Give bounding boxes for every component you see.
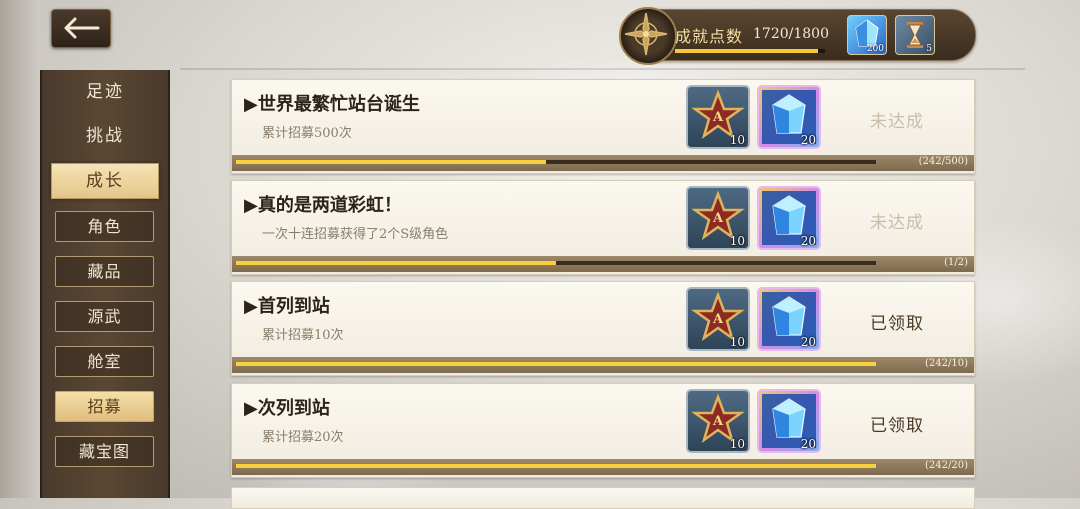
svg-text:A: A [712, 110, 724, 125]
reward-crystal[interactable]: 20 [757, 287, 821, 351]
achievement-progress-track: (1/2) [232, 256, 974, 272]
subcategory-treasure-map[interactable]: 藏宝图 [55, 436, 154, 467]
achievement-progress-text: (242/20) [925, 460, 968, 471]
achievement-title: ▶真的是两道彩虹！ [244, 195, 402, 216]
achievement-status[interactable]: 已领取 [832, 309, 962, 334]
reward-quantity: 10 [729, 133, 745, 147]
achievement-card[interactable]: ▶世界最繁忙站台诞生 累计招募500次 A 10 20 未达成 (242/500… [231, 79, 975, 174]
reward-quantity: 20 [800, 234, 816, 248]
achievement-status[interactable]: 未达成 [832, 208, 962, 233]
header-divider [180, 68, 1025, 70]
reward-crystal[interactable]: 20 [757, 389, 821, 453]
reward-quantity: 10 [729, 234, 745, 248]
reward-quantity: 20 [800, 437, 816, 451]
points-progress-bar [675, 49, 825, 53]
achievement-progress-text: (242/500) [918, 156, 968, 167]
achievement-description: 累计招募10次 [262, 328, 344, 343]
category-growth[interactable]: 成长 [51, 163, 159, 199]
resource-crystal[interactable]: 200 [847, 15, 887, 55]
back-button[interactable] [51, 9, 111, 48]
category-challenge[interactable]: 挑战 [42, 119, 168, 153]
achievement-card[interactable]: ▶次列到站 累计招募20次 A 10 20 已领取 (242/20) [231, 383, 975, 478]
reward-quantity: 10 [729, 437, 745, 451]
resource-hourglass-count: 5 [926, 44, 932, 54]
reward-a-rank-star[interactable]: A 10 [686, 85, 750, 149]
achievement-card-partial [231, 487, 975, 509]
reward-crystal[interactable]: 20 [757, 186, 821, 250]
reward-quantity: 10 [729, 335, 745, 349]
achievement-status[interactable]: 已领取 [832, 411, 962, 436]
subcategory-source-weapons[interactable]: 源武 [55, 301, 154, 332]
subcategory-cabin[interactable]: 舱室 [55, 346, 154, 377]
achievement-progress-fill [236, 160, 546, 164]
achievement-progress-text: (242/10) [925, 358, 968, 369]
achievement-title: ▶世界最繁忙站台诞生 [244, 94, 420, 115]
subcategory-collection[interactable]: 藏品 [55, 256, 154, 287]
svg-text:A: A [712, 312, 724, 327]
achievement-progress-bar [236, 160, 876, 164]
reward-a-rank-star[interactable]: A 10 [686, 287, 750, 351]
subcategory-characters[interactable]: 角色 [55, 211, 154, 242]
reward-a-rank-star[interactable]: A 10 [686, 186, 750, 250]
achievement-progress-bar [236, 464, 876, 468]
reward-quantity: 20 [800, 335, 816, 349]
achievement-progress-fill [236, 362, 876, 366]
left-edge-strip [0, 0, 40, 498]
achievement-points-panel: 成就点数 1720/1800 200 5 [619, 7, 976, 65]
achievement-progress-fill [236, 261, 556, 265]
points-progress-fill [675, 49, 819, 53]
resource-hourglass[interactable]: 5 [895, 15, 935, 55]
achievement-description: 累计招募20次 [262, 430, 344, 445]
subcategory-recruit[interactable]: 招募 [55, 391, 154, 422]
achievement-progress-bar [236, 261, 876, 265]
achievement-card[interactable]: ▶真的是两道彩虹！ 一次十连招募获得了2个S级角色 A 10 20 未达成 (1… [231, 180, 975, 275]
achievement-description: 一次十连招募获得了2个S级角色 [262, 227, 449, 242]
svg-text:A: A [712, 414, 724, 429]
achievement-title: ▶次列到站 [244, 398, 330, 419]
category-sidebar: 足迹 挑战 成长 角色 藏品 源武 舱室 招募 藏宝图 [40, 70, 170, 498]
points-label: 成就点数 [675, 27, 744, 46]
category-footprints[interactable]: 足迹 [42, 75, 168, 109]
reward-a-rank-star[interactable]: A 10 [686, 389, 750, 453]
points-value: 1720/1800 [753, 26, 829, 42]
achievement-progress-bar [236, 362, 876, 366]
achievement-progress-track: (242/500) [232, 155, 974, 171]
resource-crystal-count: 200 [866, 44, 884, 54]
reward-crystal[interactable]: 20 [757, 85, 821, 149]
achievement-title: ▶首列到站 [244, 296, 330, 317]
svg-text:A: A [712, 211, 724, 226]
achievement-description: 累计招募500次 [262, 126, 352, 141]
achievement-progress-fill [236, 464, 876, 468]
arrow-left-icon [64, 17, 100, 39]
achievement-status[interactable]: 未达成 [832, 107, 962, 132]
achievement-progress-track: (242/10) [232, 357, 974, 373]
compass-emblem-icon [619, 7, 677, 65]
achievement-card[interactable]: ▶首列到站 累计招募10次 A 10 20 已领取 (242/10) [231, 281, 975, 376]
reward-quantity: 20 [800, 133, 816, 147]
achievement-progress-text: (1/2) [944, 257, 968, 268]
achievement-progress-track: (242/20) [232, 459, 974, 475]
